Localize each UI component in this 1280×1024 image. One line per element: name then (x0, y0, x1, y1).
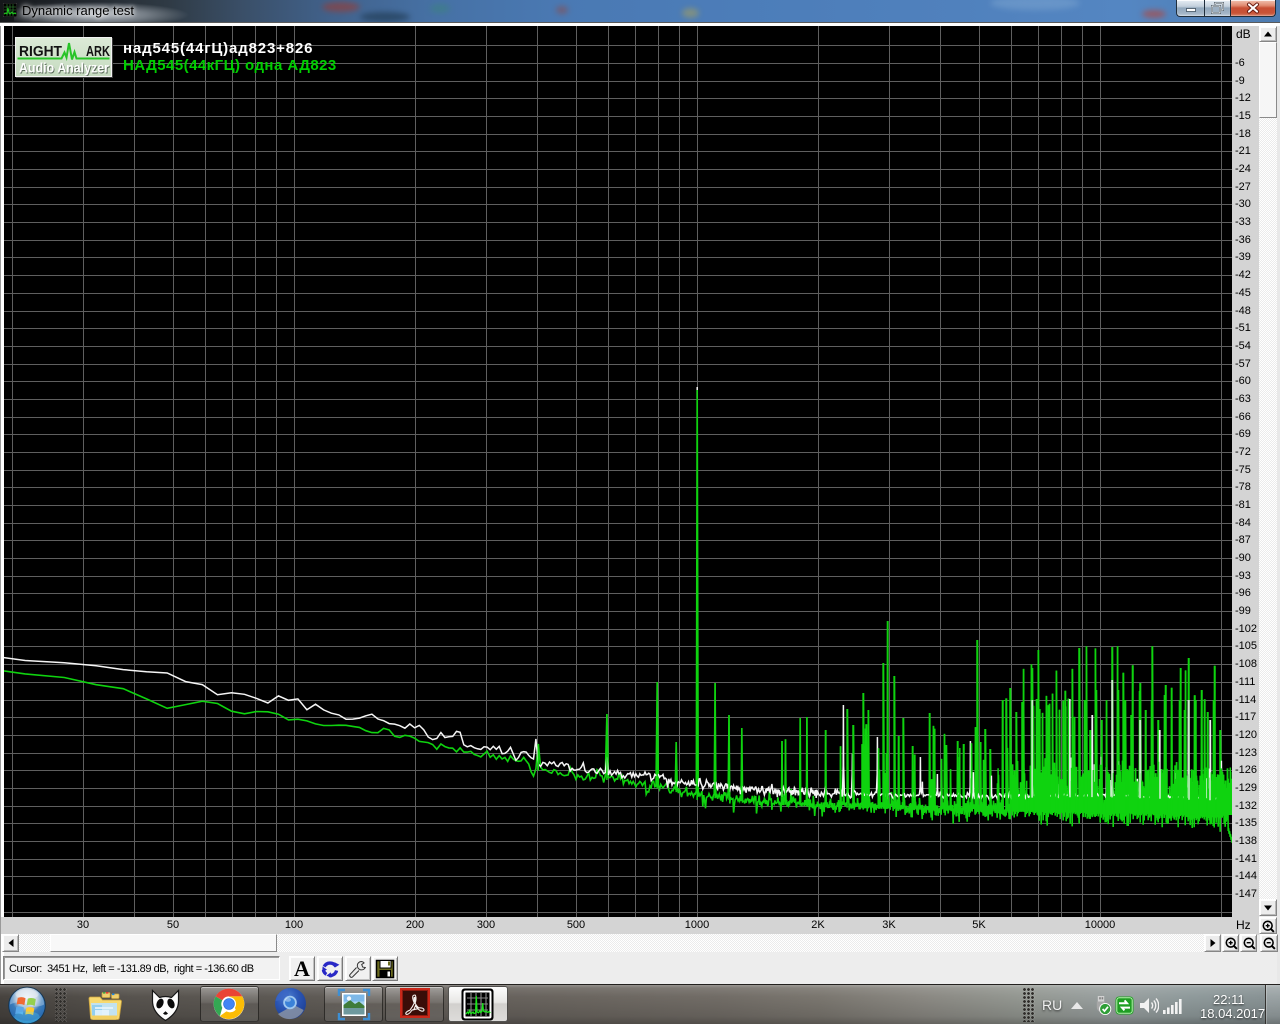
svg-text:Audio Analyzer: Audio Analyzer (19, 61, 110, 76)
